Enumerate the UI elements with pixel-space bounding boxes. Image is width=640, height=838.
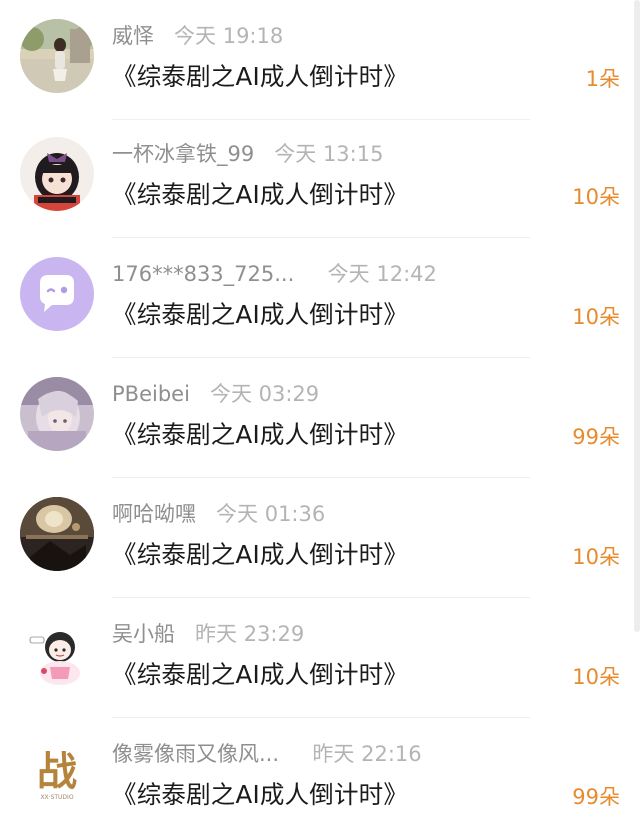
photo-girl-avatar-icon [20,19,94,93]
avatar[interactable] [20,257,94,331]
item-meta: PBeibei 今天 03:29 [112,378,319,410]
scrollbar[interactable] [634,0,640,632]
dark-painting-avatar-icon [20,497,94,571]
username[interactable]: PBeibei [112,382,190,406]
avatar[interactable] [20,497,94,571]
list-item[interactable]: 176***833_725... 今天 12:42 《综泰剧之AI成人倒计时》 … [0,238,640,358]
timestamp: 今天 13:15 [274,142,384,166]
calligraphy-zhan-avatar-icon: 战 XX·STUDIO [20,737,94,811]
avatar-zhan-glyph: 战 [37,748,77,795]
timestamp: 昨天 23:29 [195,622,305,646]
gift-record-list: 威怿 今天 19:18 《综泰剧之AI成人倒计时》 1朵 一杯冰拿铁_99 今天… [0,0,640,830]
username[interactable]: 像雾像雨又像风... [112,742,279,766]
work-title[interactable]: 《综泰剧之AI成人倒计时》 [112,775,408,815]
list-item[interactable]: 一杯冰拿铁_99 今天 13:15 《综泰剧之AI成人倒计时》 10朵 [0,118,640,238]
chibi-character-avatar-icon [20,617,94,691]
timestamp: 昨天 22:16 [312,742,422,766]
work-title[interactable]: 《综泰剧之AI成人倒计时》 [112,57,408,97]
flower-count: 99朵 [572,785,620,809]
avatar[interactable] [20,137,94,211]
item-meta: 像雾像雨又像风... 昨天 22:16 [112,738,422,770]
username[interactable]: 吴小船 [112,622,175,646]
flower-count: 10朵 [572,545,620,569]
flower-count: 10朵 [572,305,620,329]
list-item[interactable]: 威怿 今天 19:18 《综泰剧之AI成人倒计时》 1朵 [0,0,640,120]
default-chat-bubble-avatar-icon [20,257,94,331]
anime-girl-avatar-icon [20,137,94,211]
timestamp: 今天 19:18 [174,24,284,48]
list-item[interactable]: 吴小船 昨天 23:29 《综泰剧之AI成人倒计时》 10朵 [0,598,640,718]
username[interactable]: 176***833_725... [112,262,294,286]
work-title[interactable]: 《综泰剧之AI成人倒计时》 [112,295,408,335]
timestamp: 今天 01:36 [216,502,326,526]
avatar[interactable] [20,617,94,691]
item-meta: 一杯冰拿铁_99 今天 13:15 [112,138,383,170]
list-item[interactable]: 战 XX·STUDIO 像雾像雨又像风... 昨天 22:16 《综泰剧之AI成… [0,718,640,838]
timestamp: 今天 03:29 [209,382,320,406]
item-meta: 威怿 今天 19:18 [112,20,283,52]
flower-count: 10朵 [572,185,620,209]
timestamp: 今天 12:42 [327,262,437,286]
flower-count: 1朵 [585,67,620,91]
username[interactable]: 威怿 [112,24,154,48]
item-meta: 176***833_725... 今天 12:42 [112,258,437,290]
work-title[interactable]: 《综泰剧之AI成人倒计时》 [112,415,408,455]
work-title[interactable]: 《综泰剧之AI成人倒计时》 [112,655,408,695]
list-item[interactable]: PBeibei 今天 03:29 《综泰剧之AI成人倒计时》 99朵 [0,358,640,478]
item-meta: 吴小船 昨天 23:29 [112,618,304,650]
flower-count: 99朵 [572,425,620,449]
work-title[interactable]: 《综泰剧之AI成人倒计时》 [112,175,408,215]
username[interactable]: 啊哈呦嘿 [112,502,196,526]
work-title[interactable]: 《综泰剧之AI成人倒计时》 [112,535,408,575]
avatar[interactable] [20,377,94,451]
avatar[interactable] [20,19,94,93]
flower-count: 10朵 [572,665,620,689]
avatar[interactable]: 战 XX·STUDIO [20,737,94,811]
list-item[interactable]: 啊哈呦嘿 今天 01:36 《综泰剧之AI成人倒计时》 10朵 [0,478,640,598]
username[interactable]: 一杯冰拿铁_99 [112,142,254,166]
item-meta: 啊哈呦嘿 今天 01:36 [112,498,325,530]
anime-art-avatar-icon [20,377,94,451]
avatar-studio-text: XX·STUDIO [40,794,73,801]
